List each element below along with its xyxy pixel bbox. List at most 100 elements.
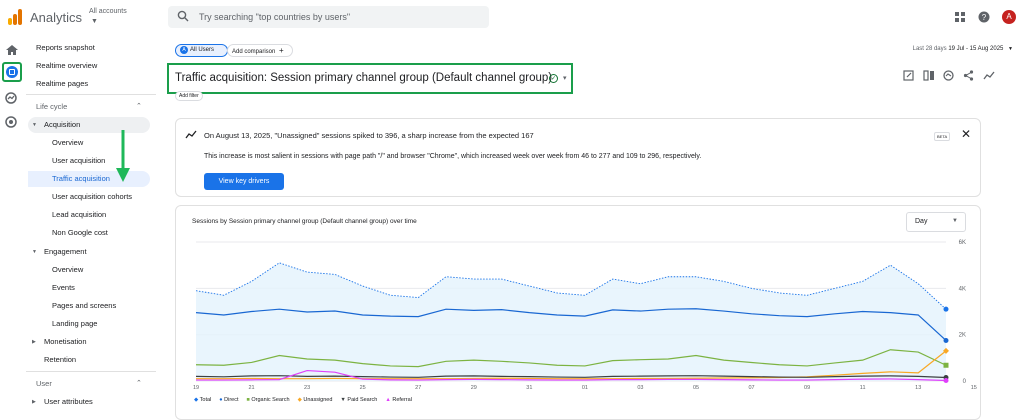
insight-headline: On August 13, 2025, "Unassigned" session…: [204, 131, 534, 140]
x-tick-label: 25: [360, 385, 366, 391]
caret-down-icon: ▼: [1008, 46, 1013, 52]
divider: [26, 371, 156, 372]
x-tick-label: 23: [304, 385, 310, 391]
chart-card: Sessions by Session primary channel grou…: [175, 205, 981, 420]
x-tick-label: 27: [415, 385, 421, 391]
x-tick-label: 13: [915, 385, 921, 391]
add-filter-button[interactable]: Add filter: [175, 91, 203, 101]
x-tick-label: 29: [471, 385, 477, 391]
analytics-logo-icon[interactable]: [8, 9, 24, 25]
legend-label: Paid Search: [347, 397, 378, 403]
legend-label: Unassigned: [303, 397, 333, 403]
date-prefix: Last 28 days: [912, 46, 947, 52]
share-icon[interactable]: [963, 70, 974, 81]
reports-icon[interactable]: [2, 62, 22, 82]
check-circle-icon[interactable]: ✓: [549, 74, 558, 83]
search-bar[interactable]: Try searching "top countries by users": [168, 6, 489, 28]
caret-down-icon: ▼: [91, 18, 98, 25]
triangle-down-icon: ▼: [32, 249, 37, 255]
close-icon[interactable]: ✕: [961, 127, 971, 141]
y-tick-label: 4K: [959, 286, 966, 292]
x-tick-label: 11: [860, 385, 866, 391]
triangle-right-icon: ▶: [32, 339, 36, 345]
sidebar-item-user-acquisition-cohorts[interactable]: User acquisition cohorts: [52, 192, 132, 201]
legend-item[interactable]: ◆ Unassigned: [298, 397, 333, 403]
legend-label: Organic Search: [251, 397, 290, 403]
sidebar-item-realtime-pages[interactable]: Realtime pages: [36, 79, 88, 88]
sidebar-item-eng-overview[interactable]: Overview: [52, 265, 83, 274]
chart-legend: ◆ Total ● Direct ■ Organic Search ◆ Unassig…: [194, 397, 420, 403]
sidebar-item-pages-and-screens[interactable]: Pages and screens: [52, 301, 116, 310]
section-lifecycle[interactable]: Life cycle: [36, 102, 67, 111]
compare-icon[interactable]: [923, 70, 935, 81]
sidebar-item-retention[interactable]: Retention: [44, 355, 76, 364]
legend-label: Total: [199, 397, 212, 403]
series-end-marker: [943, 306, 949, 312]
x-tick-label: 07: [748, 385, 754, 391]
chevron-up-icon[interactable]: ⌃: [136, 379, 142, 387]
sidebar-item-reports-snapshot[interactable]: Reports snapshot: [36, 43, 95, 52]
sidebar-item-non-google-cost[interactable]: Non Google cost: [52, 228, 108, 237]
sidebar-item-user-attributes[interactable]: User attributes: [44, 397, 93, 406]
x-tick-label: 03: [637, 385, 643, 391]
sidebar-item-acquisition[interactable]: Acquisition: [44, 120, 80, 129]
explore-icon[interactable]: [5, 92, 17, 104]
chevron-up-icon[interactable]: ⌃: [136, 102, 142, 110]
legend-label: Direct: [224, 397, 239, 403]
view-key-drivers-button[interactable]: View key drivers: [204, 173, 284, 190]
apps-grid-icon[interactable]: [954, 11, 966, 23]
main-content: A All Users Add comparison + Last 28 days…: [165, 36, 1024, 420]
legend-item[interactable]: ● Direct: [219, 397, 238, 403]
y-tick-label: 2K: [959, 333, 966, 339]
beta-badge: BETA: [934, 132, 951, 141]
insight-detail: This increase is most salient in session…: [204, 153, 702, 160]
sparkle-trend-icon: [185, 130, 197, 139]
svg-text:?: ?: [982, 13, 987, 22]
search-placeholder: Try searching "top countries by users": [199, 12, 351, 22]
search-icon: [177, 10, 189, 22]
all-users-label: All Users: [190, 47, 215, 53]
advertising-icon[interactable]: [5, 116, 17, 128]
y-tick-label: 6K: [959, 240, 966, 246]
section-user[interactable]: User: [36, 379, 52, 388]
legend-label: Referral: [392, 397, 412, 403]
add-comparison-button[interactable]: Add comparison +: [227, 44, 293, 57]
account-selector[interactable]: All accounts ▼: [89, 8, 127, 25]
sidebar-nav: Reports snapshot Realtime overview Realt…: [26, 36, 156, 415]
caret-down-icon[interactable]: ▾: [563, 74, 567, 82]
sidebar-item-monetisation[interactable]: Monetisation: [44, 337, 87, 346]
line-chart[interactable]: 02K4K6K19Jul21232527293101Aug03050709111…: [176, 206, 980, 391]
x-tick-label: 31: [526, 385, 532, 391]
plus-icon: +: [279, 46, 284, 55]
x-tick-label: 05: [693, 385, 699, 391]
x-tick-label: 15: [971, 385, 977, 391]
help-icon[interactable]: ?: [978, 11, 990, 23]
x-tick-label: 09: [804, 385, 810, 391]
date-range-selector[interactable]: Last 28 days 19 Jul - 15 Aug 2025 ▼: [913, 46, 1013, 52]
series-end-marker: [943, 362, 949, 368]
triangle-right-icon: ▶: [32, 399, 36, 405]
trend-icon[interactable]: [983, 70, 995, 81]
add-comparison-label: Add comparison: [232, 49, 276, 55]
sidebar-item-realtime-overview[interactable]: Realtime overview: [36, 61, 97, 70]
sidebar-item-events[interactable]: Events: [52, 283, 75, 292]
app-title: Analytics: [30, 10, 83, 25]
sidebar-item-user-acquisition[interactable]: User acquisition: [52, 156, 105, 165]
insight-card: On August 13, 2025, "Unassigned" session…: [175, 118, 981, 197]
sidebar-item-traffic-acquisition[interactable]: Traffic acquisition: [52, 174, 110, 183]
legend-item[interactable]: ▼ Paid Search: [340, 397, 377, 403]
sidebar-item-lead-acquisition[interactable]: Lead acquisition: [52, 210, 106, 219]
avatar[interactable]: A: [1002, 10, 1016, 24]
sidebar-item-engagement[interactable]: Engagement: [44, 247, 87, 256]
legend-item[interactable]: ■ Organic Search: [247, 397, 290, 403]
legend-item[interactable]: ▲ Referral: [385, 397, 412, 403]
edit-report-icon[interactable]: [903, 70, 914, 81]
sidebar-item-landing-page[interactable]: Landing page: [52, 319, 97, 328]
all-users-chip[interactable]: A All Users: [175, 44, 228, 57]
insights-icon[interactable]: [943, 70, 954, 81]
series-end-marker: [943, 378, 949, 384]
home-icon[interactable]: [5, 44, 19, 56]
legend-item[interactable]: ◆ Total: [194, 397, 211, 403]
sidebar-item-acq-overview[interactable]: Overview: [52, 138, 83, 147]
page-title: Traffic acquisition: Session primary cha…: [175, 72, 553, 84]
